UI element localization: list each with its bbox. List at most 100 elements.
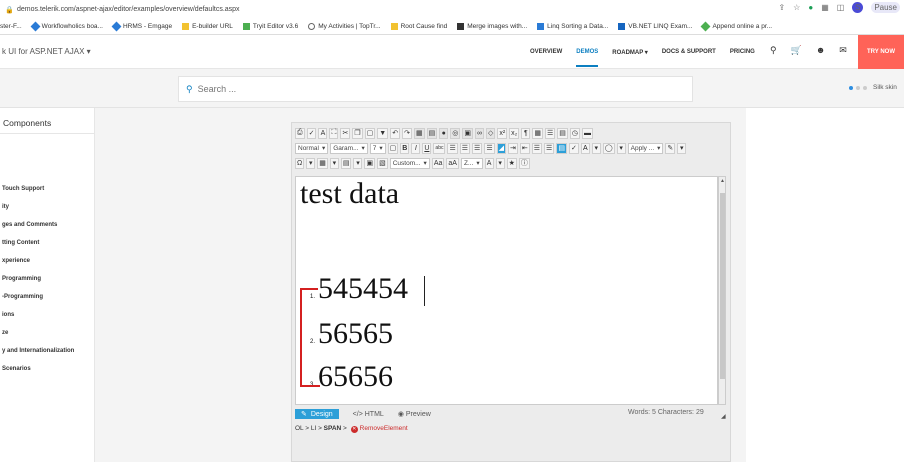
sidebar-item[interactable]: xperience bbox=[2, 258, 30, 264]
menu-overview[interactable]: OVERVIEW bbox=[530, 49, 562, 55]
italic-button[interactable]: I bbox=[411, 142, 421, 154]
html-mode-tab[interactable]: </> HTML bbox=[353, 411, 384, 418]
track-changes-icon[interactable]: ★ bbox=[506, 157, 517, 169]
insert-text-icon[interactable]: A bbox=[484, 157, 494, 169]
format-blocks-icon[interactable]: ▤ bbox=[556, 142, 567, 154]
find-icon[interactable]: A bbox=[318, 127, 328, 139]
bookmark[interactable]: Linq Sorting a Data... bbox=[537, 22, 608, 30]
user-icon[interactable]: ☻ bbox=[816, 45, 825, 56]
url-text[interactable]: demos.telerik.com/aspnet-ajax/editor/exa… bbox=[17, 6, 240, 13]
sidebar-item[interactable]: ze bbox=[2, 330, 8, 336]
strikethrough-button[interactable]: abc bbox=[433, 142, 446, 154]
strip-format-icon[interactable]: ✓ bbox=[568, 142, 579, 154]
profile-avatar[interactable]: S bbox=[852, 2, 864, 13]
paste-options-icon[interactable]: ▼ bbox=[377, 127, 389, 139]
align-left-icon[interactable]: ☰ bbox=[447, 142, 458, 154]
apply-css-dropdown[interactable]: Apply ... ▾ bbox=[627, 142, 664, 154]
chevron-down-icon[interactable]: ▾ bbox=[677, 142, 687, 154]
module-icon[interactable]: ▤ bbox=[557, 127, 568, 139]
copy-icon[interactable]: ❐ bbox=[352, 127, 363, 139]
star-icon[interactable]: ☆ bbox=[793, 3, 800, 12]
remove-element-icon[interactable]: ✕ bbox=[350, 426, 358, 433]
scrollbar-thumb[interactable] bbox=[720, 193, 725, 379]
indent-icon[interactable]: ⇥ bbox=[508, 142, 518, 154]
bookmark[interactable]: My Activities | TopTr... bbox=[308, 22, 381, 30]
menu-docs-support[interactable]: DOCS & SUPPORT bbox=[662, 49, 716, 55]
scroll-up-icon[interactable]: ▲ bbox=[720, 178, 725, 184]
sidepanel-icon[interactable]: ◫ bbox=[837, 3, 845, 12]
bookmark[interactable]: Workflowholics boa... bbox=[30, 21, 103, 31]
bullet-list-icon[interactable]: ☰ bbox=[544, 142, 555, 154]
search-box[interactable]: ⚲ bbox=[178, 76, 693, 102]
superscript-icon[interactable]: x² bbox=[497, 127, 508, 139]
chevron-down-icon[interactable]: ▾ bbox=[306, 157, 316, 169]
bookmark[interactable]: VB.NET LINQ Exam... bbox=[618, 22, 692, 30]
share-icon[interactable]: ⇪ bbox=[778, 3, 785, 12]
chevron-down-icon[interactable]: ▾ bbox=[591, 142, 601, 154]
font-color-icon[interactable]: A bbox=[580, 142, 590, 154]
backcolor-icon[interactable]: ◯ bbox=[602, 142, 615, 154]
editor-content-area[interactable]: test data 1. 545454 2. 56565 3. 65656 bbox=[295, 176, 718, 405]
insert-table-icon[interactable]: ▦ bbox=[532, 127, 544, 139]
media-icon[interactable]: ◎ bbox=[450, 127, 461, 139]
chevron-down-icon[interactable]: ▾ bbox=[495, 157, 505, 169]
menu-roadmap[interactable]: ROADMAP ▾ bbox=[612, 49, 648, 56]
list-icon[interactable]: ▤ bbox=[340, 157, 352, 169]
menu-demos[interactable]: DEMOS bbox=[576, 49, 599, 67]
search-input[interactable] bbox=[197, 84, 398, 94]
sidebar-item[interactable]: ity bbox=[2, 204, 9, 210]
sidebar-item[interactable]: ges and Comments bbox=[2, 222, 57, 228]
document-manager-icon[interactable]: ▤ bbox=[426, 127, 438, 139]
numbered-list-icon[interactable]: ☰ bbox=[531, 142, 543, 154]
bold-button[interactable]: B bbox=[400, 142, 410, 154]
puzzle-icon[interactable]: ▦ bbox=[821, 3, 829, 12]
paste-icon[interactable]: ▢ bbox=[364, 127, 376, 139]
font-name-dropdown[interactable]: Garam... ▾ bbox=[330, 142, 368, 154]
chevron-down-icon[interactable]: ▾ bbox=[616, 142, 626, 154]
remove-alignment-icon[interactable]: ◢ bbox=[496, 142, 506, 154]
editor-scrollbar[interactable]: ▲ bbox=[718, 176, 726, 405]
bookmark[interactable]: Root Cause find bbox=[390, 22, 447, 30]
image-icon[interactable]: ▧ bbox=[377, 157, 388, 169]
path-span[interactable]: SPAN bbox=[324, 425, 342, 432]
convert-upper-button[interactable]: Aa bbox=[431, 157, 445, 169]
paragraph-style-dropdown[interactable]: Normal ▾ bbox=[295, 142, 329, 154]
paragraph-icon[interactable]: ¶ bbox=[521, 127, 531, 139]
custom-dropdown[interactable]: Custom... ▾ bbox=[389, 157, 430, 169]
bookmark[interactable]: Merge images with... bbox=[457, 22, 527, 30]
date-icon[interactable]: ◷ bbox=[569, 127, 581, 139]
extension-icon[interactable]: ● bbox=[808, 3, 813, 12]
resize-grip-icon[interactable]: ◢ bbox=[721, 413, 726, 420]
underline-button[interactable]: U bbox=[422, 142, 432, 154]
chevron-down-icon[interactable]: ▾ bbox=[353, 157, 363, 169]
info-icon[interactable]: ⓘ bbox=[518, 157, 530, 169]
form-icon[interactable]: ▣ bbox=[364, 157, 376, 169]
align-right-icon[interactable]: ☰ bbox=[472, 142, 483, 154]
try-now-button[interactable]: TRY NOW bbox=[858, 35, 904, 69]
design-mode-tab[interactable]: ✎ Design bbox=[295, 409, 339, 419]
align-center-icon[interactable]: ☰ bbox=[459, 142, 471, 154]
bookmark[interactable]: Tryit Editor v3.6 bbox=[242, 22, 298, 30]
justify-icon[interactable]: ☰ bbox=[484, 142, 495, 154]
spellcheck-icon[interactable]: ✓ bbox=[306, 127, 317, 139]
bookmark[interactable]: E-builder URL bbox=[182, 22, 233, 30]
image-manager-icon[interactable]: ▦ bbox=[413, 127, 425, 139]
chevron-down-icon[interactable]: ▾ bbox=[329, 157, 339, 169]
sidebar-item[interactable]: y and Internationalization bbox=[2, 348, 74, 354]
zoom-dropdown[interactable]: Z... ▾ bbox=[460, 157, 483, 169]
product-brand[interactable]: k UI for ASP.NET AJAX ▾ bbox=[2, 47, 91, 56]
bookmark[interactable]: Append online a pr... bbox=[700, 21, 772, 31]
print-icon[interactable]: ⎙ bbox=[295, 127, 305, 139]
format-painter-icon[interactable]: ▬ bbox=[582, 127, 594, 139]
sidebar-item[interactable]: tting Content bbox=[2, 240, 39, 246]
select-all-icon[interactable]: ⛶ bbox=[329, 127, 339, 139]
format-stripper-icon[interactable]: ✎ bbox=[665, 142, 676, 154]
menu-pricing[interactable]: PRICING bbox=[730, 49, 755, 55]
path-crumbs[interactable]: OL > LI > bbox=[295, 425, 324, 432]
sidebar-item[interactable]: Programming bbox=[2, 276, 41, 282]
search-icon[interactable]: ⚲ bbox=[770, 45, 777, 56]
symbols-icon[interactable]: Ω bbox=[295, 157, 305, 169]
format-code-icon[interactable]: ☰ bbox=[545, 127, 556, 139]
remove-element-link[interactable]: RemoveElement bbox=[360, 425, 408, 432]
sidebar-item[interactable]: -Programming bbox=[2, 294, 43, 300]
